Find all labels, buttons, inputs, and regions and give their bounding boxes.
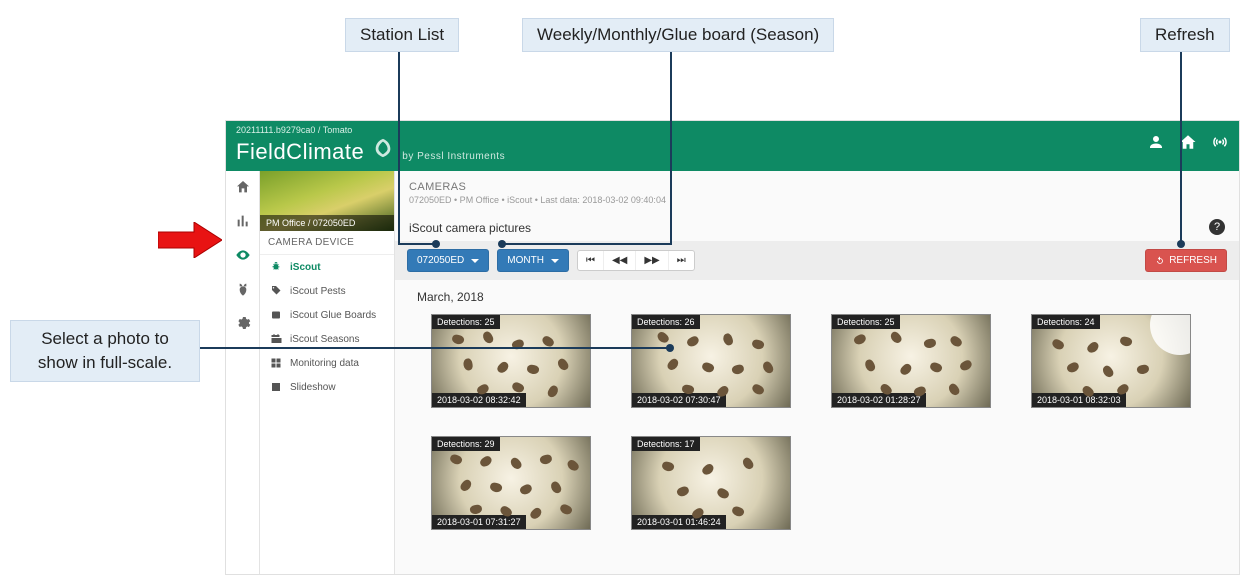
user-icon[interactable] [1147, 133, 1165, 156]
detections-badge: Detections: 26 [632, 315, 700, 329]
timestamp-badge: 2018-03-02 01:28:27 [832, 393, 926, 407]
lead-dot [666, 344, 674, 352]
lead-line [670, 46, 672, 243]
thumbnail[interactable]: Detections: 17 2018-03-01 01:46:24 [631, 436, 791, 530]
refresh-icon [1155, 256, 1165, 266]
detections-badge: Detections: 25 [832, 315, 900, 329]
breadcrumb: 20211111.b9279ca0 / Tomato [236, 125, 352, 135]
nav-plant-icon[interactable] [233, 279, 253, 299]
nav-eye-icon[interactable] [233, 245, 253, 265]
pager-next[interactable]: ▶▶ [636, 251, 668, 270]
station-hero[interactable]: PM Office / 072050ED [260, 171, 394, 231]
sidebar-item-label: iScout Glue Boards [290, 310, 376, 321]
sidebar-item-pests[interactable]: iScout Pests [260, 279, 394, 303]
main-heading: CAMERAS [409, 181, 1225, 193]
side-panel: PM Office / 072050ED CAMERA DEVICE iScou… [260, 171, 395, 574]
broadcast-icon[interactable] [1211, 133, 1229, 156]
detections-badge: Detections: 17 [632, 437, 700, 451]
sidebar-item-label: iScout Pests [290, 286, 346, 297]
sidebar-item-label: Monitoring data [290, 358, 359, 369]
section-title: iScout camera pictures [409, 221, 531, 235]
main-subheading: 072050ED • PM Office • iScout • Last dat… [409, 195, 1225, 205]
detections-badge: Detections: 24 [1032, 315, 1100, 329]
annotation-station-list: Station List [345, 18, 459, 52]
lead-line [200, 347, 670, 349]
sidebar-item-monitoring[interactable]: Monitoring data [260, 351, 394, 375]
side-section-head: CAMERA DEVICE [260, 231, 394, 255]
lead-line [398, 243, 436, 245]
chevron-down-icon [471, 259, 479, 263]
sidebar-item-glueboards[interactable]: iScout Glue Boards [260, 303, 394, 327]
film-icon [270, 381, 282, 393]
lead-dot [498, 240, 506, 248]
lead-dot [1177, 240, 1185, 248]
toolbar: 072050ED MONTH ⏮ ◀◀ ▶▶ ⏭ REFRESH [395, 241, 1239, 280]
annotation-select-photo: Select a photo to show in full-scale. [10, 320, 200, 382]
period-label: March, 2018 [395, 280, 1239, 308]
logo: FieldClimate by Pessl Instruments [236, 137, 505, 165]
sidebar-item-label: Slideshow [290, 382, 336, 393]
thumbnail[interactable]: Detections: 29 2018-03-01 07:31:27 [431, 436, 591, 530]
pager-first[interactable]: ⏮ [578, 251, 604, 270]
thumbnail-grid: Detections: 252018-03-02 08:32:42Detecti… [395, 308, 1239, 550]
pager-last[interactable]: ⏭ [669, 251, 694, 270]
timestamp-badge: 2018-03-01 08:32:03 [1032, 393, 1126, 407]
nav-rail [226, 171, 260, 574]
annotation-refresh: Refresh [1140, 18, 1230, 52]
timestamp-badge: 2018-03-02 08:32:42 [432, 393, 526, 407]
help-icon[interactable]: ? [1209, 219, 1225, 235]
thumbnail[interactable]: Detections: 25 2018-03-02 08:32:42 [431, 314, 591, 408]
thumbnail[interactable]: Detections: 25 2018-03-02 01:28:27 [831, 314, 991, 408]
pager: ⏮ ◀◀ ▶▶ ⏭ [577, 250, 695, 271]
sidebar-item-label: iScout Seasons [290, 334, 360, 345]
timestamp-badge: 2018-03-02 07:30:47 [632, 393, 726, 407]
sidebar-item-label: iScout [290, 262, 321, 273]
nav-settings-icon[interactable] [233, 313, 253, 333]
detections-badge: Detections: 29 [432, 437, 500, 451]
grid-icon [270, 357, 282, 369]
tag-icon [270, 285, 282, 297]
lead-line [502, 243, 672, 245]
nav-home-icon[interactable] [233, 177, 253, 197]
lead-dot [432, 240, 440, 248]
timestamp-badge: 2018-03-01 07:31:27 [432, 515, 526, 529]
nav-stats-icon[interactable] [233, 211, 253, 231]
calendar-icon [270, 333, 282, 345]
lead-line [1180, 46, 1182, 243]
station-dropdown[interactable]: 072050ED [407, 249, 489, 272]
lead-line [398, 46, 400, 243]
sidebar-item-slideshow[interactable]: Slideshow [260, 375, 394, 399]
chevron-down-icon [551, 259, 559, 263]
timestamp-badge: 2018-03-01 01:46:24 [632, 515, 726, 529]
annotation-arrow-icon [158, 222, 222, 258]
detections-badge: Detections: 25 [432, 315, 500, 329]
main-area: CAMERAS 072050ED • PM Office • iScout • … [395, 171, 1239, 574]
annotation-period: Weekly/Monthly/Glue board (Season) [522, 18, 834, 52]
board-icon [270, 309, 282, 321]
refresh-button[interactable]: REFRESH [1145, 249, 1227, 272]
sidebar-item-iscout[interactable]: iScout [260, 255, 394, 279]
pager-prev[interactable]: ◀◀ [604, 251, 636, 270]
bug-icon [270, 261, 282, 273]
leaf-icon [372, 137, 394, 159]
topbar: 20211111.b9279ca0 / Tomato FieldClimate … [226, 121, 1239, 171]
station-hero-label: PM Office / 072050ED [260, 215, 394, 231]
thumbnail[interactable]: Detections: 26 2018-03-02 07:30:47 [631, 314, 791, 408]
thumbnail[interactable]: Detections: 24 2018-03-01 08:32:03 [1031, 314, 1191, 408]
period-dropdown[interactable]: MONTH [497, 249, 569, 272]
